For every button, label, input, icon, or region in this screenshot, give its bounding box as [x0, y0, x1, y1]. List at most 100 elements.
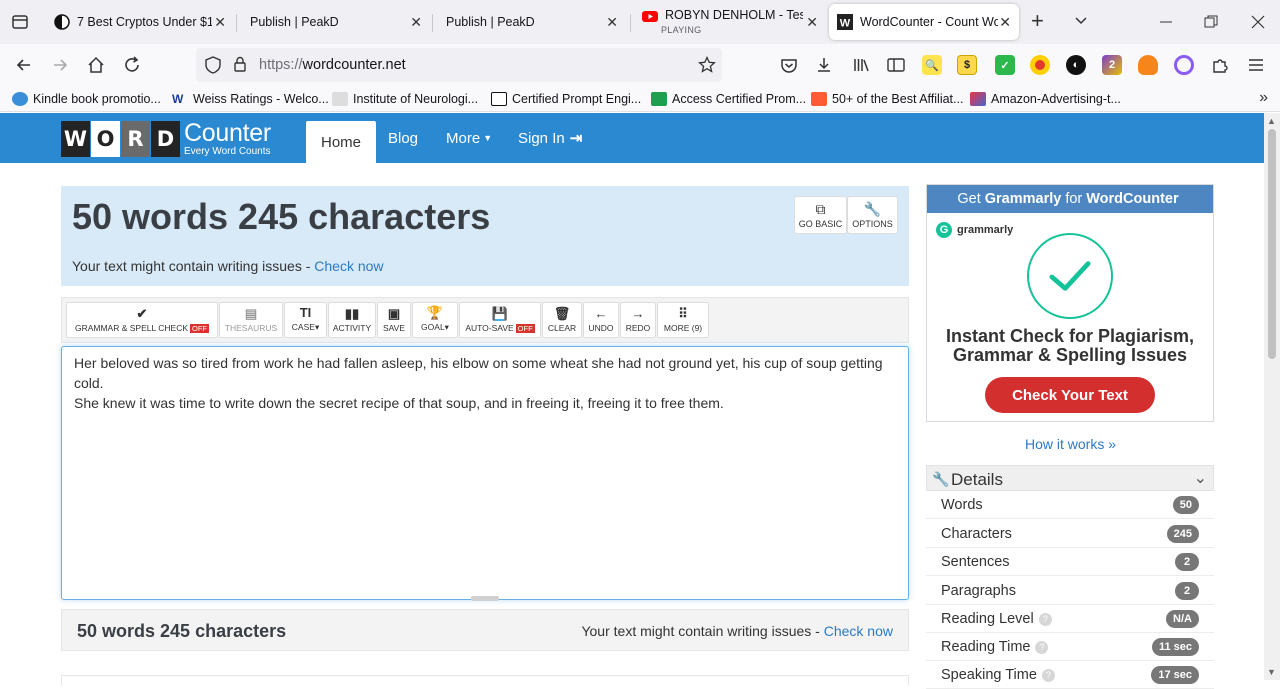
- writing-issues-text: Your text might contain writing issues -…: [72, 258, 384, 274]
- logo-letter: D: [151, 121, 180, 157]
- number-two-extension-icon[interactable]: 2: [1102, 55, 1122, 75]
- bookmark-item[interactable]: Amazon-Advertising-t...: [970, 90, 1121, 108]
- close-icon[interactable]: ✕: [410, 14, 422, 31]
- ad-header: Get Grammarly for WordCounter: [927, 185, 1213, 213]
- bookmark-item[interactable]: Kindle book promotio...: [12, 90, 161, 108]
- save-button[interactable]: ▣ SAVE: [377, 302, 411, 338]
- clear-button[interactable]: 🗑 CLEAR: [542, 302, 582, 338]
- bookmark-item[interactable]: Institute of Neurologi...: [332, 90, 478, 108]
- close-icon[interactable]: ✕: [806, 14, 818, 31]
- detail-row-reading-time: Reading Time? 11 sec: [926, 633, 1214, 661]
- new-tab-button[interactable]: +: [1031, 10, 1044, 32]
- url-bar[interactable]: https://wordcounter.net: [196, 48, 722, 82]
- star-icon[interactable]: [698, 56, 716, 74]
- text-editor[interactable]: Her beloved was so tired from work he ha…: [61, 346, 909, 601]
- nav-home[interactable]: Home: [306, 121, 377, 163]
- restore-icon[interactable]: [1201, 12, 1221, 32]
- close-icon[interactable]: ✕: [999, 14, 1011, 31]
- url-text[interactable]: https://wordcounter.net: [259, 57, 406, 73]
- tab-title: Publish | PeakD: [446, 15, 535, 29]
- pocket-icon[interactable]: [779, 55, 799, 75]
- undo-button[interactable]: ← UNDO: [583, 302, 619, 338]
- detail-row-words: Words 50: [926, 491, 1214, 519]
- grammarly-ad[interactable]: Get Grammarly for WordCounter Ggrammarly…: [926, 184, 1214, 422]
- site-navbar: W O R D Counter Every Word Counts Home B…: [0, 113, 1264, 163]
- minimize-icon[interactable]: [1156, 12, 1176, 32]
- download-icon[interactable]: [814, 55, 834, 75]
- grid-icon: ⠿: [678, 306, 688, 321]
- bookmark-item[interactable]: Certified Prompt Engi...: [491, 90, 641, 108]
- tab-cryptos[interactable]: 7 Best Cryptos Under $1 w ✕: [44, 4, 234, 40]
- check-now-link[interactable]: Check now: [314, 258, 383, 274]
- check-your-text-button[interactable]: Check Your Text: [985, 377, 1155, 413]
- checkmark-extension-icon[interactable]: ✓: [995, 55, 1015, 75]
- tab-title: ROBYN DENHOLM - Tesla: [665, 8, 803, 22]
- sign-in-icon: ⇥: [569, 130, 583, 147]
- more-tools-button[interactable]: ⠿ MORE (9): [657, 302, 709, 338]
- chevron-down-icon[interactable]: [1073, 12, 1089, 28]
- library-icon[interactable]: [851, 55, 871, 75]
- close-icon[interactable]: ✕: [606, 14, 618, 31]
- puzzle-icon[interactable]: [1210, 55, 1230, 75]
- how-it-works-link[interactable]: How it works »: [1025, 436, 1116, 452]
- help-icon[interactable]: ?: [1038, 612, 1052, 626]
- thesaurus-button[interactable]: ▤ THESAURUS: [219, 302, 283, 338]
- reload-icon[interactable]: [121, 54, 143, 76]
- home-icon[interactable]: [85, 54, 107, 76]
- close-window-icon[interactable]: [1248, 12, 1268, 32]
- metamask-fox-icon[interactable]: [1138, 55, 1158, 75]
- shield-icon[interactable]: [205, 56, 221, 74]
- goal-button[interactable]: 🏆 GOAL▾: [412, 302, 458, 338]
- nav-blog[interactable]: Blog: [388, 113, 418, 163]
- detail-row-characters: Characters 245: [926, 520, 1214, 548]
- options-button[interactable]: 🔧 OPTIONS: [847, 196, 898, 234]
- chevron-down-icon[interactable]: ⌄: [1194, 468, 1207, 488]
- redo-button[interactable]: → REDO: [620, 302, 656, 338]
- count-badge: 17 sec: [1151, 666, 1199, 684]
- tab-peakd-1[interactable]: Publish | PeakD ✕: [240, 4, 430, 40]
- page-scrollbar[interactable]: ▲ ▼: [1264, 113, 1280, 680]
- tab-wordcounter[interactable]: W WordCounter - Count Wo ✕: [829, 4, 1019, 40]
- auto-save-button[interactable]: 💾 AUTO-SAVE OFF: [459, 302, 541, 338]
- scroll-up-icon[interactable]: ▲: [1267, 116, 1276, 126]
- back-icon[interactable]: [13, 54, 35, 76]
- help-icon[interactable]: ?: [1035, 640, 1049, 654]
- count-badge: 2: [1175, 553, 1199, 571]
- bookmark-item[interactable]: W Weiss Ratings - Welco...: [172, 90, 329, 108]
- wordcounter-logo[interactable]: W O R D Counter Every Word Counts: [61, 121, 271, 157]
- tab-list-icon[interactable]: [10, 12, 30, 32]
- close-icon[interactable]: ✕: [214, 14, 226, 31]
- search-extension-icon[interactable]: 🔍: [922, 55, 942, 75]
- bookmark-item[interactable]: 50+ of the Best Affiliat...: [811, 90, 963, 108]
- wrench-icon: 🔧: [932, 471, 950, 487]
- floppy-disk-icon: 💾: [491, 306, 509, 321]
- circle-extension-icon[interactable]: [1174, 55, 1194, 75]
- tab-title: 7 Best Cryptos Under $1 w: [77, 15, 212, 29]
- resize-handle[interactable]: [471, 596, 499, 601]
- grammarly-logo: Ggrammarly: [936, 222, 1013, 238]
- details-header[interactable]: 🔧 Details ⌄: [926, 465, 1214, 491]
- forward-icon[interactable]: [49, 54, 71, 76]
- activity-button[interactable]: ▮▮ ACTIVITY: [328, 302, 376, 338]
- tab-youtube[interactable]: ROBYN DENHOLM - Tesla PLAYING ✕: [636, 4, 826, 40]
- bookmark-item[interactable]: Access Certified Prom...: [651, 90, 806, 108]
- nav-more[interactable]: More ▼: [446, 113, 492, 163]
- globe-extension-icon[interactable]: ◐: [1066, 55, 1086, 75]
- notion-icon: [491, 92, 507, 106]
- sidebar-icon[interactable]: [886, 55, 906, 75]
- more-bookmarks-icon[interactable]: »: [1259, 89, 1268, 107]
- trash-icon: 🗑: [553, 306, 571, 321]
- tab-peakd-2[interactable]: Publish | PeakD ✕: [436, 4, 626, 40]
- nav-signin[interactable]: Sign In ⇥: [518, 113, 582, 163]
- face-extension-icon[interactable]: [1030, 55, 1050, 75]
- scroll-down-icon[interactable]: ▼: [1267, 667, 1276, 677]
- money-extension-icon[interactable]: $: [957, 55, 977, 75]
- grammar-check-button[interactable]: ✔ GRAMMAR & SPELL CHECK OFF: [66, 302, 218, 338]
- wrench-icon: 🔧: [863, 200, 882, 217]
- check-now-link[interactable]: Check now: [824, 623, 893, 639]
- scrollbar-thumb[interactable]: [1268, 129, 1276, 359]
- case-button[interactable]: TI CASE▾: [284, 302, 327, 338]
- menu-icon[interactable]: [1246, 55, 1266, 75]
- go-basic-button[interactable]: ⧉ GO BASIC: [794, 196, 847, 234]
- lock-icon[interactable]: [233, 56, 247, 72]
